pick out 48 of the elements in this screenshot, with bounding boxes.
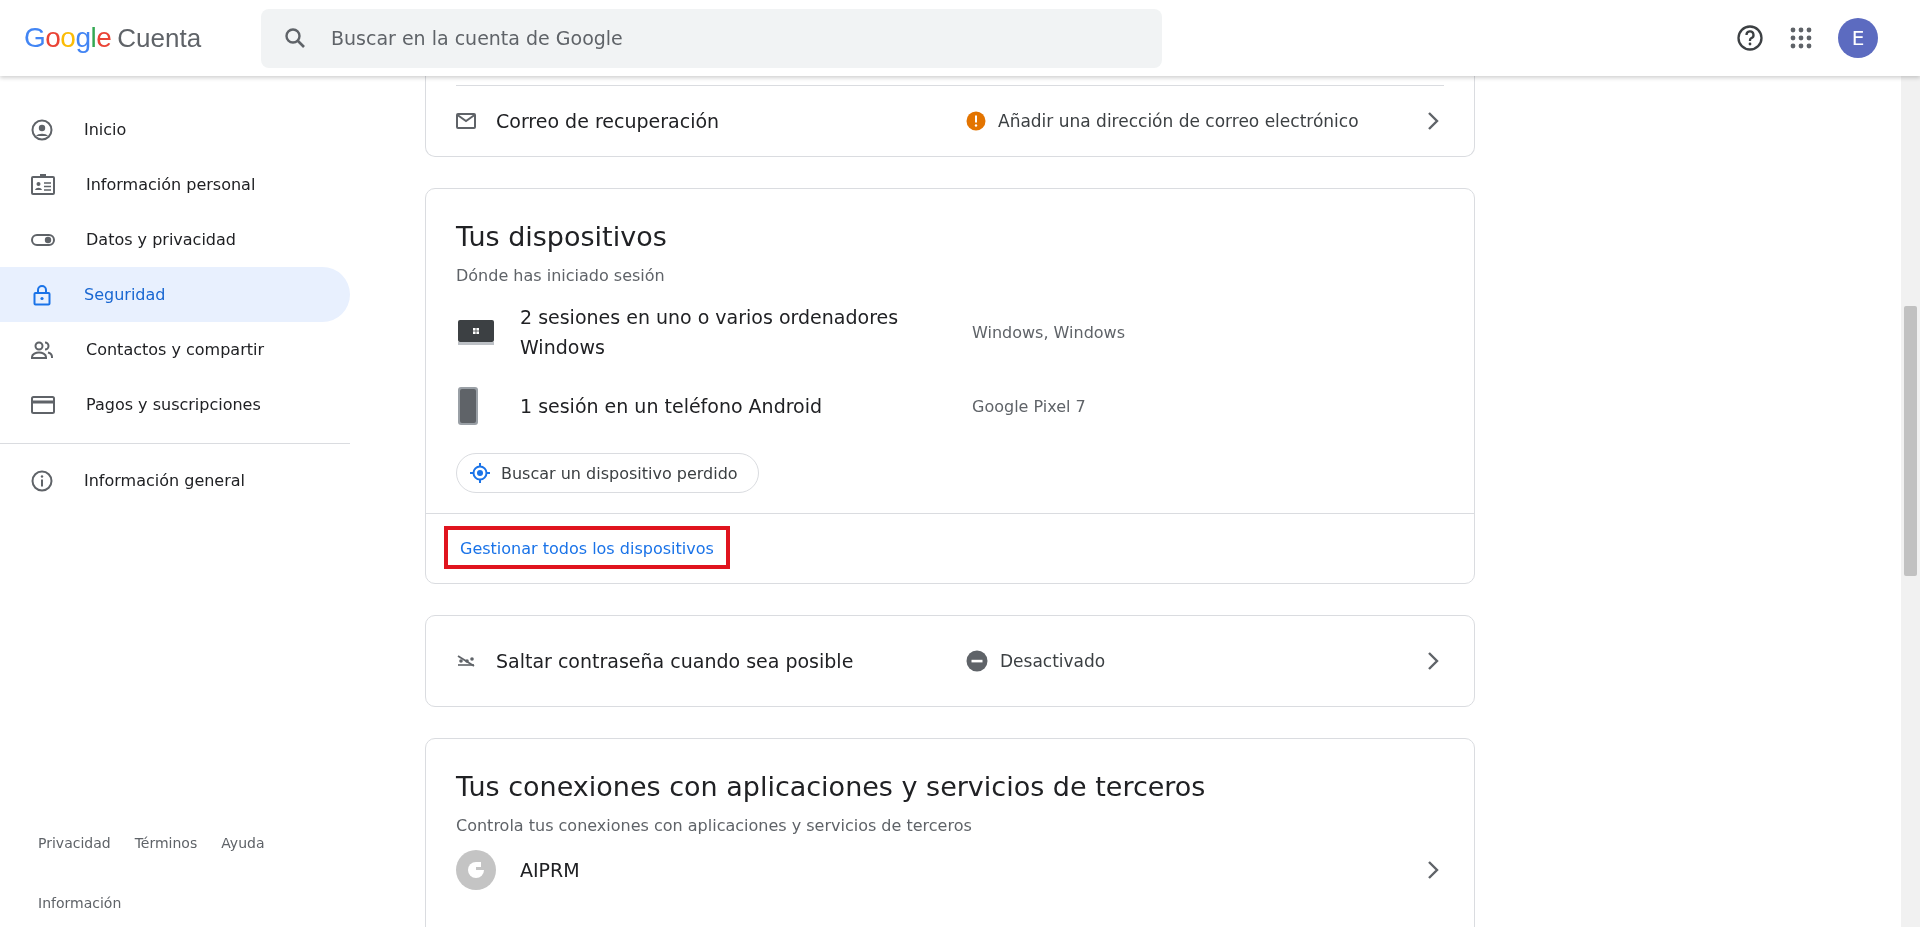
card-title: Tus conexiones con aplicaciones y servicios de terceros [455, 770, 1207, 802]
sidebar-item[interactable]: Información personal [0, 157, 350, 212]
device-label[interactable]: 1 sesión en un teléfono Android [520, 391, 970, 421]
scrollbar[interactable] [1901, 76, 1920, 927]
footer-link[interactable]: Información [38, 895, 122, 911]
manage-devices-link[interactable]: Gestionar todos los dispositivos [444, 526, 730, 569]
sidebar-item[interactable]: Información general [0, 453, 350, 508]
chevron-right-icon [1426, 110, 1440, 132]
sidebar-item[interactable]: Datos y privacidad [0, 212, 350, 267]
app-logo [456, 850, 496, 890]
chevron-right-icon [1426, 859, 1440, 881]
footer-link[interactable]: Ayuda [221, 835, 265, 851]
chevron-right-icon [1426, 650, 1440, 672]
info-icon [30, 468, 54, 493]
app-name[interactable]: AIPRM [520, 859, 1426, 881]
setting-status: Añadir una dirección de correo electrónico [998, 111, 1359, 131]
sidebar-item[interactable]: Seguridad [0, 267, 350, 322]
card-subtitle: Controla tus conexiones con aplicaciones y servicios de terceros [455, 815, 973, 835]
card-title: Tus dispositivos [455, 220, 668, 252]
disabled-icon [966, 650, 988, 672]
phone-icon [456, 386, 480, 426]
passkey-icon [456, 654, 476, 668]
footer-link[interactable]: Privacidad [38, 835, 111, 851]
setting-status: Desactivado [1000, 651, 1106, 671]
laptop-icon [456, 318, 496, 346]
apps-grid-icon[interactable] [1790, 27, 1812, 49]
device-detail: Google Pixel 7 [972, 396, 1086, 416]
warning-icon [966, 111, 986, 131]
search-field[interactable]: Buscar en la cuenta de Google [261, 8, 1162, 68]
footer-link[interactable]: Términos [134, 835, 198, 851]
id-card-icon [30, 172, 56, 197]
account-avatar[interactable]: E [1838, 18, 1878, 58]
card-subtitle: Dónde has iniciado sesión [455, 265, 666, 285]
sidebar-item[interactable]: Contactos y compartir [0, 322, 350, 377]
search-icon [283, 25, 307, 50]
location-icon [469, 462, 491, 484]
account-circle-icon [30, 117, 54, 142]
device-label[interactable]: 2 sesiones en uno o varios ordenadores Windows [520, 302, 970, 362]
device-detail: Windows, Windows [972, 322, 1125, 342]
setting-label[interactable]: Saltar contraseña cuando sea posible [496, 650, 966, 672]
setting-label[interactable]: Correo de recuperación [496, 110, 966, 132]
sidebar-item[interactable]: Inicio [0, 102, 350, 157]
find-device-button[interactable]: Buscar un dispositivo perdido [456, 453, 759, 493]
product-name: Cuenta [117, 23, 202, 54]
sidebar-item[interactable]: Pagos y suscripciones [0, 377, 350, 432]
google-logo[interactable]: Google [24, 22, 112, 54]
mail-icon [456, 113, 476, 129]
help-icon[interactable] [1736, 24, 1764, 52]
